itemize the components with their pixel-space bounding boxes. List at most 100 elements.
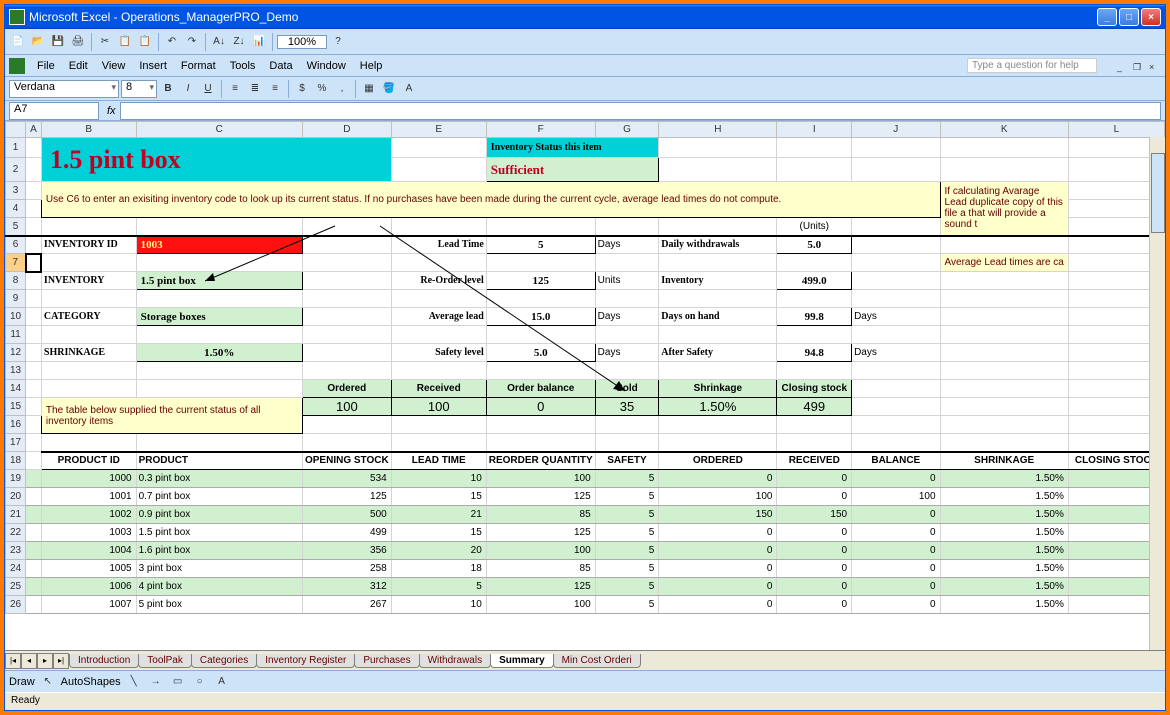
sum-hdr-shrinkage[interactable]: Shrinkage xyxy=(659,380,777,398)
col-header[interactable]: F xyxy=(486,122,595,138)
sum-val-received[interactable]: 100 xyxy=(391,398,486,416)
th-lead[interactable]: LEAD TIME xyxy=(391,452,486,470)
sheet-tab[interactable]: Purchases xyxy=(354,654,419,668)
underline-button[interactable]: U xyxy=(199,80,217,98)
chart-icon[interactable]: 📊 xyxy=(250,33,268,51)
undo-icon[interactable]: ↶ xyxy=(163,33,181,51)
col-header[interactable]: D xyxy=(302,122,391,138)
redo-icon[interactable]: ↷ xyxy=(183,33,201,51)
th-product[interactable]: PRODUCT xyxy=(136,452,302,470)
line-icon[interactable]: ╲ xyxy=(125,673,143,691)
font-size-box[interactable]: 8 xyxy=(121,80,157,98)
value-avg-lead[interactable]: 15.0 xyxy=(486,308,595,326)
side-note-2[interactable]: Average Lead times are ca xyxy=(940,254,1068,272)
sum-val-balance[interactable]: 0 xyxy=(486,398,595,416)
new-icon[interactable]: 📄 xyxy=(9,33,27,51)
label-inventory2[interactable]: Inventory xyxy=(659,272,777,290)
sheet-tab[interactable]: ToolPak xyxy=(138,654,192,668)
label-reorder[interactable]: Re-Order level xyxy=(391,272,486,290)
col-header[interactable]: G xyxy=(595,122,659,138)
select-all-corner[interactable] xyxy=(6,122,26,138)
cut-icon[interactable]: ✂ xyxy=(96,33,114,51)
col-header[interactable]: E xyxy=(391,122,486,138)
th-received[interactable]: RECEIVED xyxy=(777,452,852,470)
minimize-button[interactable]: _ xyxy=(1097,8,1117,26)
help-icon[interactable]: ? xyxy=(329,33,347,51)
paste-icon[interactable]: 📋 xyxy=(136,33,154,51)
percent-icon[interactable]: % xyxy=(313,80,331,98)
label-lead-time[interactable]: Lead Time xyxy=(391,236,486,254)
th-safety[interactable]: SAFETY xyxy=(595,452,659,470)
sheet-tab[interactable]: Inventory Register xyxy=(256,654,355,668)
label-shrinkage[interactable]: SHRINKAGE xyxy=(41,344,136,362)
formula-bar[interactable] xyxy=(120,102,1161,120)
col-header[interactable]: B xyxy=(41,122,136,138)
close-button[interactable]: × xyxy=(1141,8,1161,26)
menu-edit[interactable]: Edit xyxy=(63,58,94,74)
tab-next-button[interactable]: ▸ xyxy=(37,653,53,669)
save-icon[interactable]: 💾 xyxy=(49,33,67,51)
menu-tools[interactable]: Tools xyxy=(224,58,262,74)
value-days-hand[interactable]: 99.8 xyxy=(777,308,852,326)
titlebar[interactable]: Microsoft Excel - Operations_ManagerPRO_… xyxy=(5,5,1165,29)
textbox-icon[interactable]: A xyxy=(213,673,231,691)
sum-val-closing[interactable]: 499 xyxy=(777,398,852,416)
select-arrow-icon[interactable]: ↖ xyxy=(39,673,57,691)
sum-hdr-closing[interactable]: Closing stock xyxy=(777,380,852,398)
menu-window[interactable]: Window xyxy=(301,58,352,74)
vertical-scrollbar[interactable] xyxy=(1149,137,1165,650)
item-title[interactable]: 1.5 pint box xyxy=(41,138,391,182)
sum-val-ordered[interactable]: 100 xyxy=(302,398,391,416)
units-header[interactable]: (Units) xyxy=(777,218,852,236)
menu-view[interactable]: View xyxy=(96,58,132,74)
value-inventory2[interactable]: 499.0 xyxy=(777,272,852,290)
font-name-box[interactable]: Verdana xyxy=(9,80,119,98)
th-ordered[interactable]: ORDERED xyxy=(659,452,777,470)
rectangle-icon[interactable]: ▭ xyxy=(169,673,187,691)
sheet-tab[interactable]: Introduction xyxy=(69,654,139,668)
fill-color-icon[interactable]: 🪣 xyxy=(380,80,398,98)
italic-button[interactable]: I xyxy=(179,80,197,98)
label-daily-withdrawals[interactable]: Daily withdrawals xyxy=(659,236,777,254)
status-header[interactable]: Inventory Status this item xyxy=(486,138,658,158)
value-safety[interactable]: 5.0 xyxy=(486,344,595,362)
sum-val-sold[interactable]: 35 xyxy=(595,398,659,416)
copy-icon[interactable]: 📋 xyxy=(116,33,134,51)
side-note-1[interactable]: If calculating Avarage Lead duplicate co… xyxy=(940,182,1068,236)
zoom-box[interactable]: 100% xyxy=(277,35,327,49)
label-avg-lead[interactable]: Average lead xyxy=(391,308,486,326)
currency-icon[interactable]: $ xyxy=(293,80,311,98)
name-box[interactable]: A7 xyxy=(9,102,99,120)
align-right-icon[interactable]: ≡ xyxy=(266,80,284,98)
instruction-hint[interactable]: Use C6 to enter an exisiting inventory c… xyxy=(41,182,940,218)
arrow-icon[interactable]: → xyxy=(147,673,165,691)
label-category[interactable]: CATEGORY xyxy=(41,308,136,326)
col-header[interactable]: H xyxy=(659,122,777,138)
draw-menu[interactable]: Draw xyxy=(9,676,35,688)
col-header[interactable]: I xyxy=(777,122,852,138)
autoshapes-menu[interactable]: AutoShapes xyxy=(61,676,121,688)
label-after-safety[interactable]: After Safety xyxy=(659,344,777,362)
menu-help[interactable]: Help xyxy=(354,58,389,74)
sum-hdr-ordered[interactable]: Ordered xyxy=(302,380,391,398)
table-row[interactable]: 2010010.7 pint box12515125510001001.50% xyxy=(6,488,1165,506)
value-after-safety[interactable]: 94.8 xyxy=(777,344,852,362)
maximize-button[interactable]: □ xyxy=(1119,8,1139,26)
col-header[interactable]: L xyxy=(1068,122,1164,138)
value-lead-time[interactable]: 5 xyxy=(486,236,595,254)
fx-button[interactable]: fx xyxy=(103,105,120,117)
label-inventory-id[interactable]: INVENTORY ID xyxy=(41,236,136,254)
sheet-tab[interactable]: Withdrawals xyxy=(419,654,491,668)
menu-file[interactable]: File xyxy=(31,58,61,74)
th-product-id[interactable]: PRODUCT ID xyxy=(41,452,136,470)
value-reorder[interactable]: 125 xyxy=(486,272,595,290)
table-row[interactable]: 2110020.9 pint box5002185515015001.50% xyxy=(6,506,1165,524)
comma-icon[interactable]: , xyxy=(333,80,351,98)
sheet-tab[interactable]: Categories xyxy=(191,654,257,668)
doc-minimize-button[interactable]: _ xyxy=(1111,59,1125,73)
col-header[interactable]: C xyxy=(136,122,302,138)
status-value[interactable]: Sufficient xyxy=(486,158,658,182)
sort-desc-icon[interactable]: Z↓ xyxy=(230,33,248,51)
align-left-icon[interactable]: ≡ xyxy=(226,80,244,98)
sheet-tab[interactable]: Min Cost Orderi xyxy=(553,654,641,668)
